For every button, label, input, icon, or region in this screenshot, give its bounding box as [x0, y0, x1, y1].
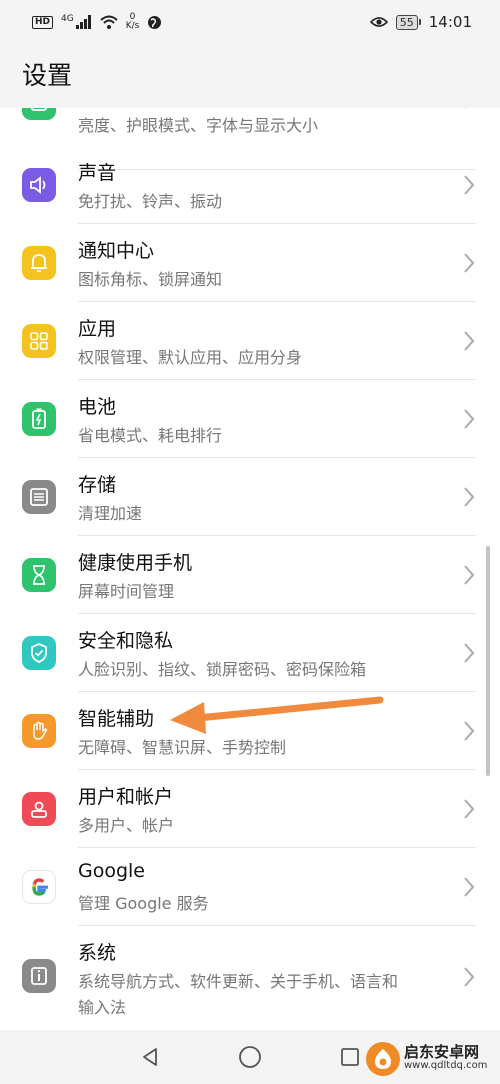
settings-item-title: 应用: [78, 318, 117, 340]
settings-item-title: 健康使用手机: [78, 552, 193, 574]
battery-level: 55: [395, 14, 418, 30]
settings-item-subtitle: 屏幕时间管理: [78, 582, 175, 601]
signal-icon: [75, 15, 91, 29]
settings-item-apps[interactable]: 应用 权限管理、默认应用、应用分身: [0, 302, 500, 380]
chevron-right-icon: [464, 175, 475, 195]
chevron-right-icon: [464, 799, 475, 819]
settings-item-users-accounts[interactable]: 用户和帐户 多用户、帐户: [0, 770, 500, 848]
settings-item-notifications[interactable]: 通知中心 图标角标、锁屏通知: [0, 224, 500, 302]
settings-item-title: 存储: [78, 474, 117, 496]
display-icon: [22, 108, 56, 120]
back-button[interactable]: [136, 1043, 164, 1071]
wifi-icon: [100, 15, 118, 29]
globe-icon: [148, 15, 162, 29]
chevron-right-icon: [464, 967, 475, 987]
grid-icon: [22, 324, 56, 358]
settings-item-system[interactable]: 系统 系统导航方式、软件更新、关于手机、语言和 输入法: [0, 926, 500, 1026]
info-icon: [22, 959, 56, 993]
settings-item-storage[interactable]: 存储 清理加速: [0, 458, 500, 536]
battery-icon: [22, 402, 56, 436]
chevron-right-icon: [465, 108, 467, 109]
chevron-right-icon: [464, 409, 475, 429]
battery-tip: [418, 19, 421, 25]
chevron-right-icon: [464, 721, 475, 741]
chevron-right-icon: [464, 331, 475, 351]
settings-item-security[interactable]: 安全和隐私 人脸识别、指纹、锁屏密码、密码保险箱: [0, 614, 500, 692]
storage-icon: [22, 480, 56, 514]
settings-item-subtitle: 系统导航方式、软件更新、关于手机、语言和: [78, 972, 399, 991]
settings-item-sound[interactable]: 声音 免打扰、铃声、振动: [0, 146, 500, 224]
settings-item-subtitle: 图标角标、锁屏通知: [78, 270, 223, 289]
watermark-logo-icon: [366, 1042, 400, 1076]
site-watermark: 启东安卓网 www.qdltdq.com: [366, 1034, 500, 1084]
settings-item-subtitle: 人脸识别、指纹、锁屏密码、密码保险箱: [78, 660, 367, 679]
settings-item-title: 电池: [78, 396, 117, 418]
settings-item-title: 声音: [78, 162, 117, 184]
chevron-right-icon: [464, 877, 475, 897]
chevron-right-icon: [464, 643, 475, 663]
recents-button[interactable]: [336, 1043, 364, 1071]
hand-icon: [22, 714, 56, 748]
annotation-arrow: [170, 696, 384, 734]
speaker-icon: [22, 168, 56, 202]
clock: 14:01: [428, 13, 472, 31]
settings-item-title: 通知中心: [78, 240, 155, 262]
network-speed: 0 K/s: [126, 13, 140, 31]
settings-item-subtitle: 亮度、护眼模式、字体与显示大小: [78, 116, 319, 135]
network-type: 4G: [61, 14, 74, 24]
settings-item-subtitle: 省电模式、耗电排行: [78, 426, 223, 445]
status-left: HD 4G 0 K/s: [32, 13, 162, 31]
home-circle-icon: [239, 1046, 261, 1068]
back-triangle-icon: [143, 1048, 157, 1066]
watermark-name: 启东安卓网: [404, 1043, 480, 1061]
settings-item-subtitle: 管理 Google 服务: [78, 894, 209, 913]
settings-item-digital-balance[interactable]: 健康使用手机 屏幕时间管理: [0, 536, 500, 614]
settings-item-battery[interactable]: 电池 省电模式、耗电排行: [0, 380, 500, 458]
status-right: 55 14:01: [369, 13, 472, 31]
hourglass-icon: [22, 558, 56, 592]
settings-item-title: 智能辅助: [78, 708, 155, 730]
google-icon: [22, 870, 56, 904]
shield-icon: [22, 636, 56, 670]
speed-unit: K/s: [125, 21, 140, 31]
battery-indicator: 55: [395, 14, 421, 30]
user-icon: [22, 792, 56, 826]
chevron-right-icon: [464, 487, 475, 507]
settings-item-subtitle: 权限管理、默认应用、应用分身: [78, 348, 303, 367]
settings-item-subtitle: 多用户、帐户: [78, 816, 175, 835]
settings-item-title: 用户和帐户: [78, 786, 174, 808]
settings-item-title: 安全和隐私: [78, 630, 174, 652]
chevron-right-icon: [464, 565, 475, 585]
watermark-url: www.qdltdq.com: [404, 1060, 488, 1071]
settings-item-title: 系统: [78, 942, 117, 964]
chevron-right-icon: [464, 253, 475, 273]
settings-item-subtitle-continued: 输入法: [78, 998, 127, 1017]
eye-comfort-icon: [369, 17, 388, 27]
bell-icon: [22, 246, 56, 280]
settings-item-title: Google: [78, 860, 146, 882]
watermark-text: 启东安卓网 www.qdltdq.com: [404, 1045, 487, 1073]
settings-list: 亮度、护眼模式、字体与显示大小 声音 免打扰、铃声、振动 通知中心 图标角标、锁…: [0, 108, 500, 1030]
settings-item-google[interactable]: Google 管理 Google 服务: [0, 848, 500, 926]
page-title: 设置: [22, 61, 73, 90]
settings-item-subtitle: 免打扰、铃声、振动: [78, 192, 223, 211]
home-button[interactable]: [236, 1043, 264, 1071]
scrollbar-thumb[interactable]: [486, 546, 490, 776]
settings-item-subtitle: 清理加速: [78, 504, 143, 523]
status-bar: HD 4G 0 K/s 55 14:01: [0, 0, 500, 44]
recents-square-icon: [341, 1048, 359, 1066]
hd-badge: HD: [32, 15, 54, 29]
